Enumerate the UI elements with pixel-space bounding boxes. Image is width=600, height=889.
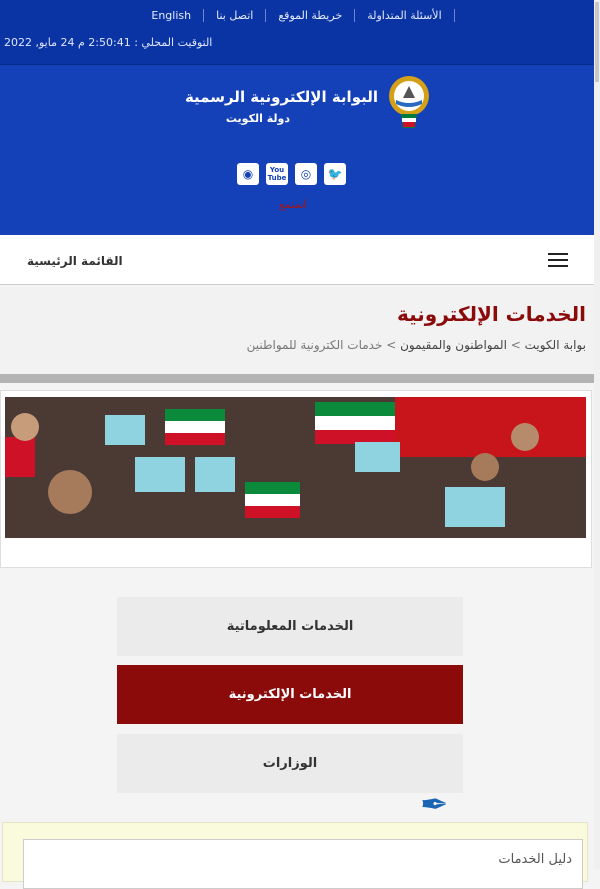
- page-header: الخدمات الإلكترونية بوابة الكويت > الموا…: [0, 286, 594, 374]
- local-time: التوقيت المحلي : 2:50:41 م 24 مايو, 2022: [4, 36, 213, 49]
- services-guide-panel: دليل الخدمات: [23, 839, 583, 889]
- portal-subtitle: دولة الكويت: [225, 112, 290, 125]
- breadcrumb-sep: >: [506, 338, 525, 352]
- social-links: ◉ You Tube ◎ 🐦: [237, 163, 346, 185]
- rss-icon[interactable]: ◉: [237, 163, 259, 185]
- banner-container: [0, 390, 592, 568]
- contact-link[interactable]: اتصل بنا: [203, 9, 265, 22]
- scrollbar[interactable]: [594, 0, 600, 870]
- watermark-logo: ✒: [420, 785, 449, 825]
- main-nav: القائمة الرئيسية: [0, 235, 594, 285]
- breadcrumb-citizens[interactable]: المواطنون والمقيمون: [400, 338, 507, 352]
- twitter-icon[interactable]: 🐦: [324, 163, 346, 185]
- top-links: الأسئلة المتداولة خريطة الموقع اتصل بنا …: [0, 9, 594, 22]
- services-guide-box: دليل الخدمات: [2, 822, 588, 889]
- youtube-icon[interactable]: You Tube: [266, 163, 288, 185]
- top-bar: الأسئلة المتداولة خريطة الموقع اتصل بنا …: [0, 0, 594, 65]
- breadcrumb-current: خدمات الكترونية للمواطنين: [246, 338, 383, 352]
- e-services-button[interactable]: الخدمات الإلكترونية: [117, 665, 463, 724]
- services-guide-label: دليل الخدمات: [498, 852, 572, 867]
- ministries-button[interactable]: الوزارات: [117, 734, 463, 793]
- listen-link[interactable]: استمع: [279, 198, 307, 211]
- main-menu-label[interactable]: القائمة الرئيسية: [27, 254, 123, 268]
- english-link[interactable]: English: [139, 9, 203, 22]
- banner-image: [5, 397, 586, 538]
- breadcrumb: بوابة الكويت > المواطنون والمقيمون > خدم…: [247, 338, 586, 352]
- divider: [0, 374, 594, 383]
- breadcrumb-sep: >: [382, 338, 401, 352]
- hamburger-menu-icon[interactable]: [548, 253, 568, 271]
- instagram-icon[interactable]: ◎: [295, 163, 317, 185]
- kuwait-emblem-logo[interactable]: [386, 74, 432, 132]
- scrollbar-thumb[interactable]: [595, 2, 599, 82]
- breadcrumb-home[interactable]: بوابة الكويت: [525, 338, 586, 352]
- faq-link[interactable]: الأسئلة المتداولة: [354, 9, 455, 22]
- info-services-button[interactable]: الخدمات المعلوماتية: [117, 597, 463, 656]
- sitemap-link[interactable]: خريطة الموقع: [265, 9, 354, 22]
- portal-title: البوابة الإلكترونية الرسمية: [184, 88, 378, 106]
- page-title: الخدمات الإلكترونية: [396, 302, 586, 326]
